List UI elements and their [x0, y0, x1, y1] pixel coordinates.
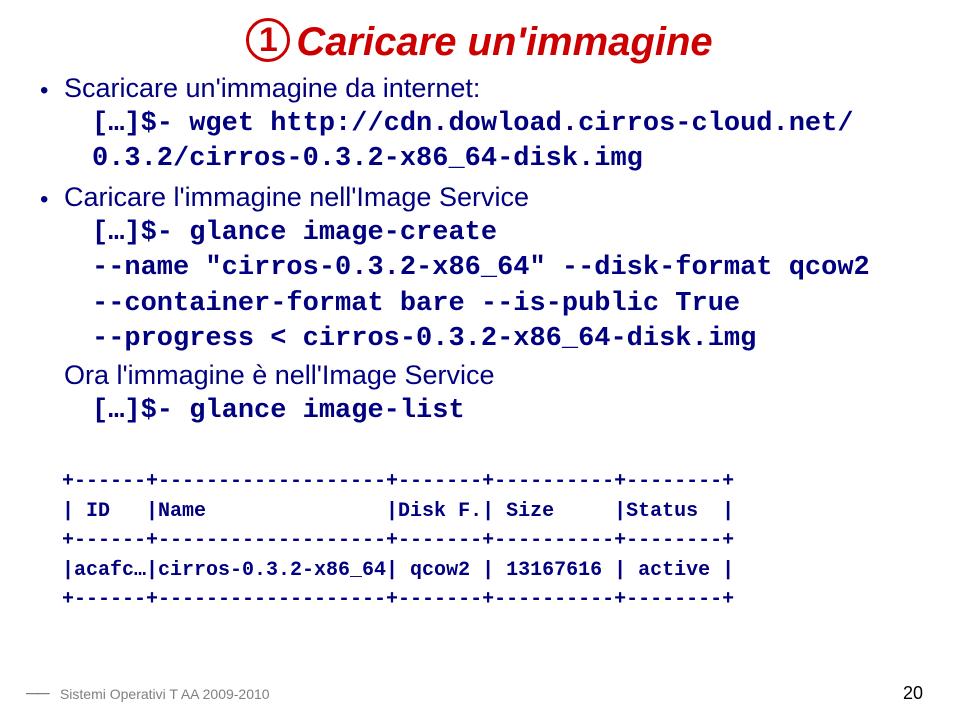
code-b2-line3: --container-format bare --is-public True	[40, 287, 919, 323]
code-b1-line1: […]$- wget http://cdn.dowload.cirros-clo…	[40, 107, 919, 143]
footer-left: ── Sistemi Operativi T AA 2009-2010	[26, 683, 270, 704]
slide-title: 1Caricare un'immagine	[246, 20, 712, 64]
table-data-row: |acafc…|cirros-0.3.2-x86_64| qcow2 | 131…	[62, 559, 734, 582]
table-sep-3: +------+-------------------+-------+----…	[62, 588, 734, 611]
footer: ── Sistemi Operativi T AA 2009-2010 20	[26, 683, 923, 704]
code-b1-line2: 0.3.2/cirros-0.3.2-x86_64-disk.img	[40, 142, 919, 178]
bullet-2-text: Caricare l'immagine nell'Image Service	[64, 180, 529, 216]
content: • Scaricare un'immagine da internet: […]…	[40, 71, 919, 615]
ascii-table: +------+-------------------+-------+----…	[40, 437, 919, 615]
footer-decor-icon: ──	[26, 683, 48, 703]
code-b2-line1: […]$- glance image-create	[40, 216, 919, 252]
footer-course: Sistemi Operativi T AA 2009-2010	[60, 686, 270, 702]
title-number-icon: 1	[246, 18, 290, 62]
code-b2-line2: --name "cirros-0.3.2-x86_64" --disk-form…	[40, 251, 919, 287]
page-number: 20	[903, 683, 923, 704]
bullet-1-text: Scaricare un'immagine da internet:	[64, 71, 480, 107]
bullet-dot-icon: •	[40, 180, 64, 216]
table-sep-1: +------+-------------------+-------+----…	[62, 470, 734, 493]
code-b3-line1: […]$- glance image-list	[40, 394, 919, 430]
title-row: 1Caricare un'immagine	[40, 18, 919, 65]
bullet-dot-icon: •	[40, 71, 64, 107]
slide: 1Caricare un'immagine • Scaricare un'imm…	[0, 0, 959, 714]
line-3-text: Ora l'immagine è nell'Image Service	[40, 358, 919, 394]
table-sep-2: +------+-------------------+-------+----…	[62, 529, 734, 552]
title-text: Caricare un'immagine	[296, 20, 712, 64]
table-header-row: | ID |Name |Disk F.| Size |Status |	[62, 500, 734, 523]
bullet-2: • Caricare l'immagine nell'Image Service	[40, 180, 919, 216]
code-b2-line4: --progress < cirros-0.3.2-x86_64-disk.im…	[40, 322, 919, 358]
bullet-1: • Scaricare un'immagine da internet:	[40, 71, 919, 107]
